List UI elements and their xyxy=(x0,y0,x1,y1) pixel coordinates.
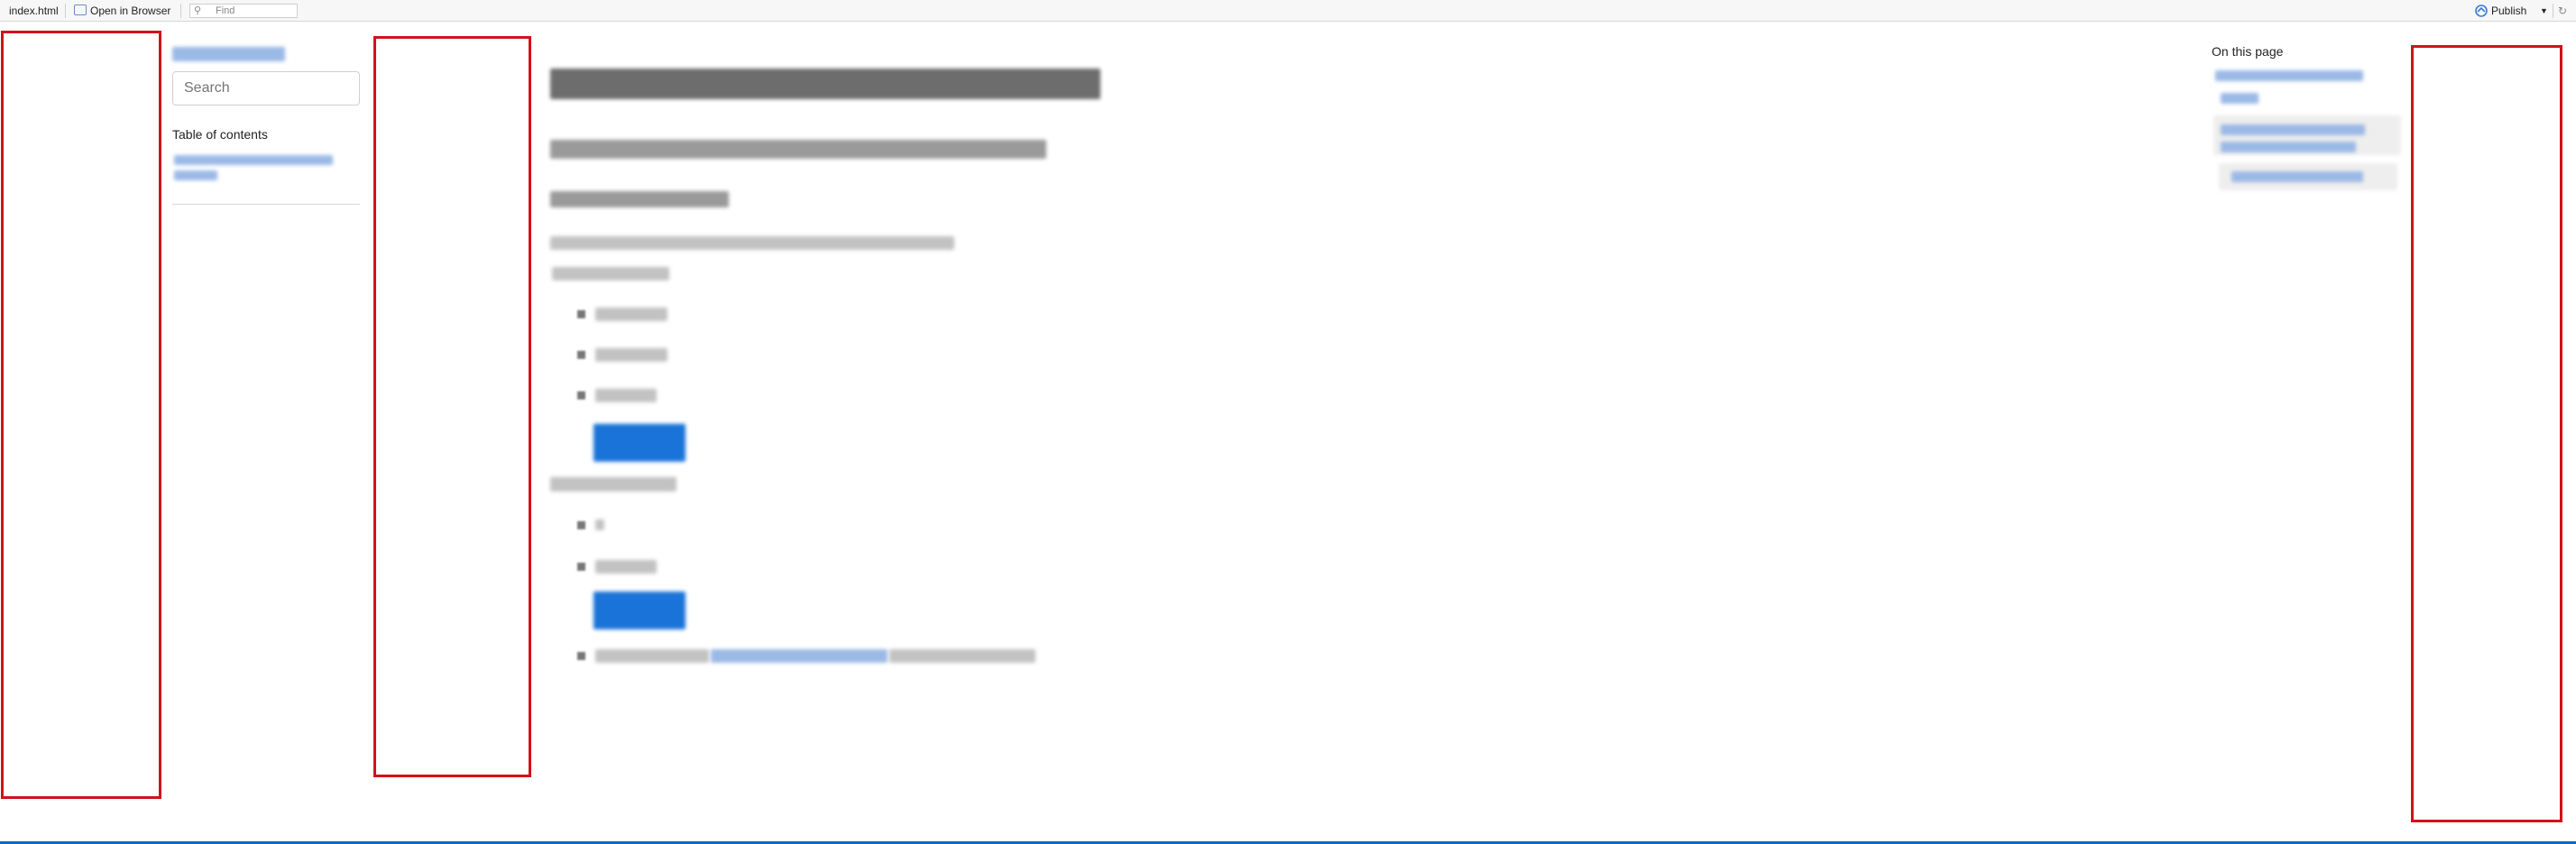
toc-link[interactable] xyxy=(174,170,217,180)
list-item xyxy=(595,649,709,663)
on-page-link[interactable] xyxy=(2221,124,2365,135)
list-bullet xyxy=(577,652,585,660)
find-input[interactable]: ⚲ Find xyxy=(189,4,298,18)
refresh-icon[interactable]: ↻ xyxy=(2558,0,2567,22)
search-input[interactable] xyxy=(172,71,360,106)
on-page-link[interactable] xyxy=(2215,70,2363,81)
toolbar-divider xyxy=(180,4,181,18)
list-bullet xyxy=(577,521,585,529)
site-title[interactable] xyxy=(172,47,285,61)
list-bullet xyxy=(577,563,585,571)
publish-icon xyxy=(2475,5,2488,17)
highlight-box-center-left xyxy=(373,36,531,777)
download-button[interactable] xyxy=(593,592,685,629)
paragraph-text xyxy=(550,236,954,250)
list-item xyxy=(595,348,667,362)
toc-link[interactable] xyxy=(174,155,333,165)
highlight-box-left xyxy=(1,31,161,799)
on-page-link[interactable] xyxy=(2221,142,2356,152)
toc-title: Table of contents xyxy=(172,127,268,142)
editor-toolbar: index.html Open in Browser ⚲ Find Publis… xyxy=(0,0,2576,22)
page-title xyxy=(550,69,1100,99)
browser-icon xyxy=(74,5,87,15)
paragraph-text xyxy=(552,267,669,280)
inline-link[interactable] xyxy=(711,649,888,663)
subsection-heading xyxy=(550,191,729,207)
list-bullet xyxy=(577,391,585,399)
toc-divider xyxy=(172,204,360,205)
chevron-down-icon[interactable]: ▼ xyxy=(2540,0,2548,22)
filename-tab[interactable]: index.html xyxy=(9,0,59,22)
find-placeholder: Find xyxy=(216,5,235,16)
list-item xyxy=(595,307,667,321)
list-item xyxy=(889,649,1035,663)
download-button[interactable] xyxy=(593,424,685,462)
subsection-heading xyxy=(550,477,676,491)
highlight-box-right xyxy=(2411,45,2562,822)
on-page-link[interactable] xyxy=(2221,93,2259,104)
publish-label: Publish xyxy=(2491,5,2527,17)
open-in-browser-label: Open in Browser xyxy=(90,5,171,17)
list-item xyxy=(595,560,657,573)
list-item xyxy=(595,519,604,530)
toolbar-divider xyxy=(65,4,66,18)
publish-button[interactable]: Publish xyxy=(2475,0,2526,22)
section-heading xyxy=(550,140,1046,159)
open-in-browser-button[interactable]: Open in Browser xyxy=(74,0,170,22)
list-bullet xyxy=(577,310,585,318)
list-item xyxy=(595,389,657,402)
on-this-page-title: On this page xyxy=(2212,44,2284,59)
list-bullet xyxy=(577,351,585,359)
search-icon: ⚲ xyxy=(194,5,202,16)
on-page-link[interactable] xyxy=(2231,171,2363,182)
